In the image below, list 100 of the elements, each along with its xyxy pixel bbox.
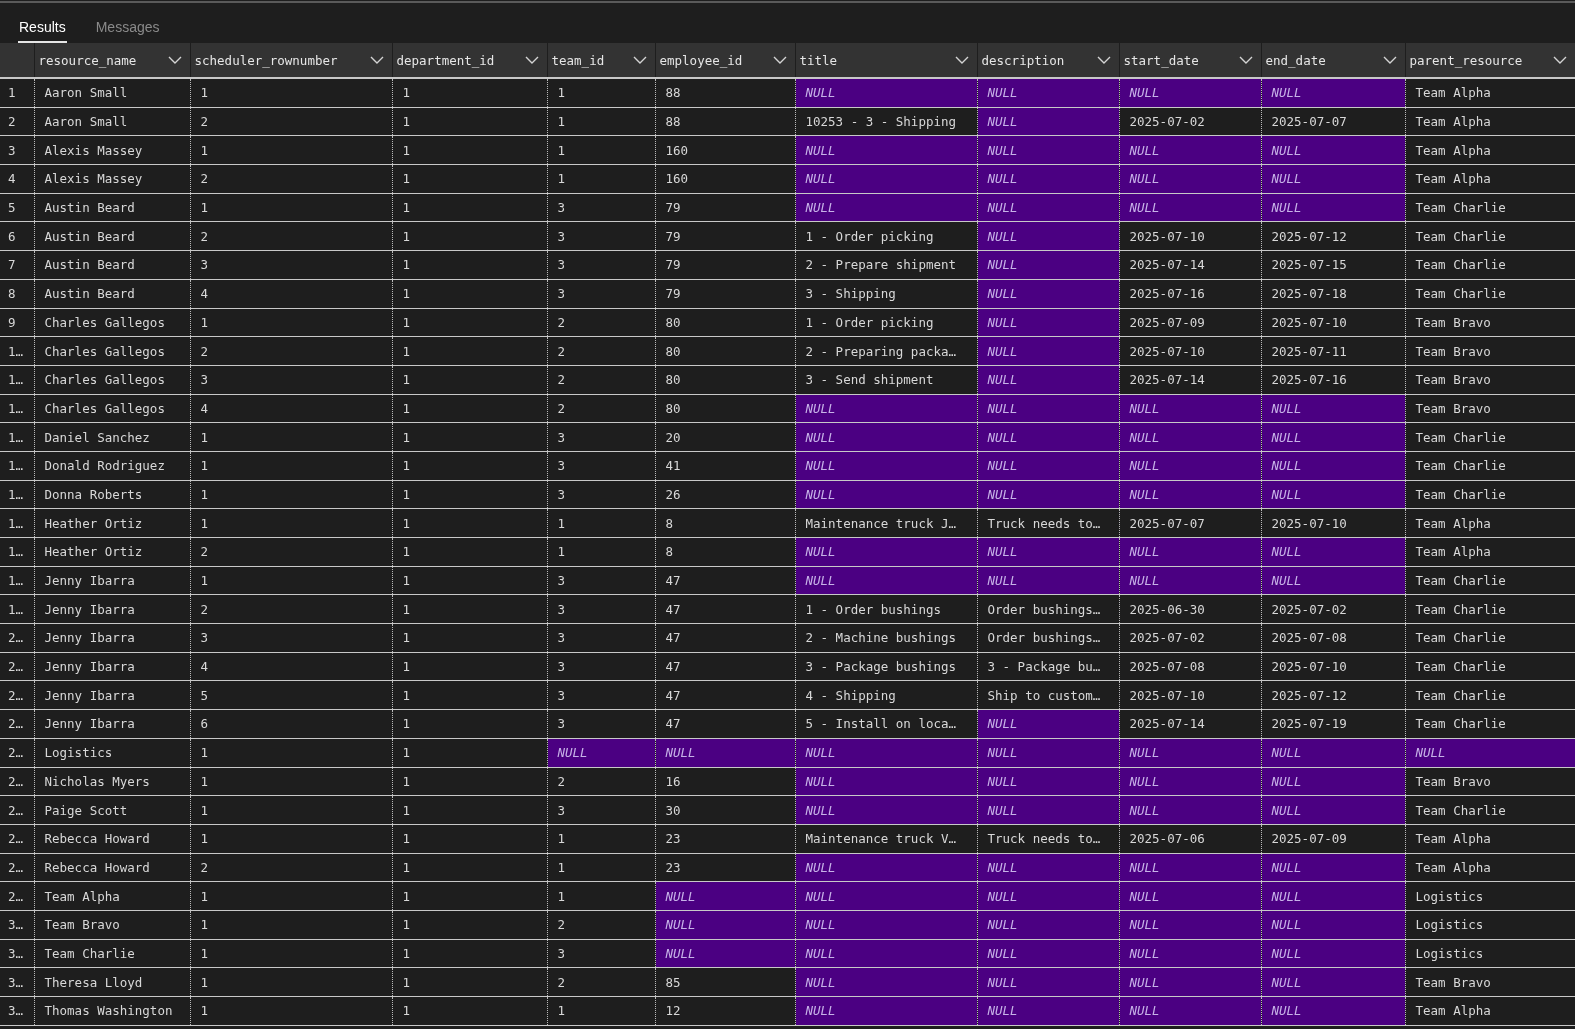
column-header[interactable]: start_date xyxy=(1119,43,1261,78)
table-cell: 1 xyxy=(392,795,547,825)
table-cell: 1 xyxy=(392,939,547,968)
table-cell: 1 xyxy=(547,78,655,108)
table-cell: NULL xyxy=(1119,422,1261,452)
table-cell: NULL xyxy=(1119,135,1261,165)
chevron-down-icon[interactable] xyxy=(1096,56,1111,64)
table-cell: Team Alpha xyxy=(1405,107,1575,136)
table-cell: NULL xyxy=(977,135,1119,165)
table-cell: 2025-07-09 xyxy=(1261,824,1405,854)
column-header[interactable]: resource_name xyxy=(34,43,190,78)
table-cell: 1 xyxy=(392,336,547,366)
table-cell: NULL xyxy=(977,193,1119,222)
row-number: 3… xyxy=(0,967,34,997)
row-number: 2… xyxy=(0,652,34,681)
table-cell: 2 xyxy=(190,107,392,136)
table-cell: 1 xyxy=(392,853,547,882)
tab[interactable]: Messages xyxy=(94,19,161,43)
table-cell: NULL xyxy=(795,881,977,911)
table-cell: Rebecca Howard xyxy=(34,853,190,882)
table-cell: 4 - Shipping xyxy=(795,680,977,710)
table-cell: NULL xyxy=(977,767,1119,796)
table-cell: 3 - Package bushings xyxy=(795,652,977,681)
table-cell: 3 xyxy=(190,365,392,395)
table-cell: Aaron Small xyxy=(34,78,190,108)
table-cell: 1 xyxy=(392,652,547,681)
table-cell: Austin Beard xyxy=(34,279,190,308)
table-cell: Team Charlie xyxy=(1405,250,1575,280)
table-cell: 2025-07-10 xyxy=(1119,221,1261,251)
table-cell: NULL xyxy=(977,422,1119,452)
table-cell: 2 xyxy=(547,308,655,337)
chevron-down-icon[interactable] xyxy=(167,56,182,64)
table-cell: Austin Beard xyxy=(34,250,190,280)
table-cell: 1 xyxy=(392,996,547,1026)
table-cell: Charles Gallegos xyxy=(34,365,190,395)
chevron-down-icon[interactable] xyxy=(1553,56,1567,64)
row-number: 1… xyxy=(0,365,34,395)
column-header[interactable]: scheduler_rownumber xyxy=(190,43,392,78)
table-cell: Truck needs to… xyxy=(977,824,1119,854)
table-cell: NULL xyxy=(795,394,977,423)
table-cell: 2025-07-14 xyxy=(1119,250,1261,280)
table-cell: Logistics xyxy=(1405,939,1575,968)
table-cell: Team Bravo xyxy=(1405,336,1575,366)
chevron-down-icon[interactable] xyxy=(954,56,969,64)
column-header[interactable]: description xyxy=(977,43,1119,78)
table-cell: Truck needs to… xyxy=(977,508,1119,538)
table-cell: 23 xyxy=(655,824,795,854)
table-cell: 23 xyxy=(655,853,795,882)
table-cell: NULL xyxy=(977,451,1119,481)
row-number: 2… xyxy=(0,738,34,767)
table-cell: 1 xyxy=(190,967,392,997)
table-cell: NULL xyxy=(1119,881,1261,911)
table-cell: 1 xyxy=(392,78,547,108)
column-header[interactable]: employee_id xyxy=(655,43,795,78)
row-number: 2 xyxy=(0,107,34,136)
table-cell: Team Charlie xyxy=(1405,451,1575,481)
table-cell: NULL xyxy=(795,537,977,567)
column-header[interactable]: parent_resource xyxy=(1405,43,1575,78)
table-cell: 2025-07-02 xyxy=(1261,594,1405,624)
table-cell: Team Alpha xyxy=(1405,537,1575,567)
table-cell: Alexis Massey xyxy=(34,164,190,194)
chevron-down-icon[interactable] xyxy=(632,56,647,64)
table-cell: NULL xyxy=(795,451,977,481)
table-cell: Donald Rodriguez xyxy=(34,451,190,481)
chevron-down-icon[interactable] xyxy=(1238,56,1253,64)
chevron-down-icon[interactable] xyxy=(524,56,539,64)
column-header[interactable]: title xyxy=(795,43,977,78)
row-number: 4 xyxy=(0,164,34,194)
table-cell: 10253 - 3 - Shipping xyxy=(795,107,977,136)
table-cell: NULL xyxy=(1119,853,1261,882)
row-number: 1… xyxy=(0,594,34,624)
table-cell: 1 xyxy=(547,164,655,194)
table-cell: Team Alpha xyxy=(34,881,190,911)
table-cell: 1 xyxy=(190,135,392,165)
table-cell: NULL xyxy=(547,738,655,767)
table-cell: Team Charlie xyxy=(1405,193,1575,222)
table-cell: Team Alpha xyxy=(1405,164,1575,194)
row-number: 3… xyxy=(0,939,34,968)
row-number: 1 xyxy=(0,78,34,108)
column-header[interactable]: end_date xyxy=(1261,43,1405,78)
table-cell: Logistics xyxy=(1405,881,1575,911)
table-cell: NULL xyxy=(1261,537,1405,567)
chevron-down-icon[interactable] xyxy=(772,56,787,64)
table-cell: 47 xyxy=(655,566,795,595)
table-cell: 80 xyxy=(655,394,795,423)
table-cell: 41 xyxy=(655,451,795,481)
table-cell: NULL xyxy=(1261,795,1405,825)
chevron-down-icon[interactable] xyxy=(1382,56,1397,64)
chevron-down-icon[interactable] xyxy=(369,56,384,64)
table-cell: NULL xyxy=(977,394,1119,423)
table-cell: 1 xyxy=(392,967,547,997)
table-cell: 16 xyxy=(655,767,795,796)
table-cell: 1 xyxy=(392,537,547,567)
table-cell: 47 xyxy=(655,652,795,681)
column-header[interactable]: department_id xyxy=(392,43,547,78)
table-cell: 1 xyxy=(190,738,392,767)
table-cell: 2025-07-14 xyxy=(1119,709,1261,739)
table-cell: NULL xyxy=(795,738,977,767)
column-header[interactable]: team_id xyxy=(547,43,655,78)
table-cell: 2 - Prepare shipment xyxy=(795,250,977,280)
